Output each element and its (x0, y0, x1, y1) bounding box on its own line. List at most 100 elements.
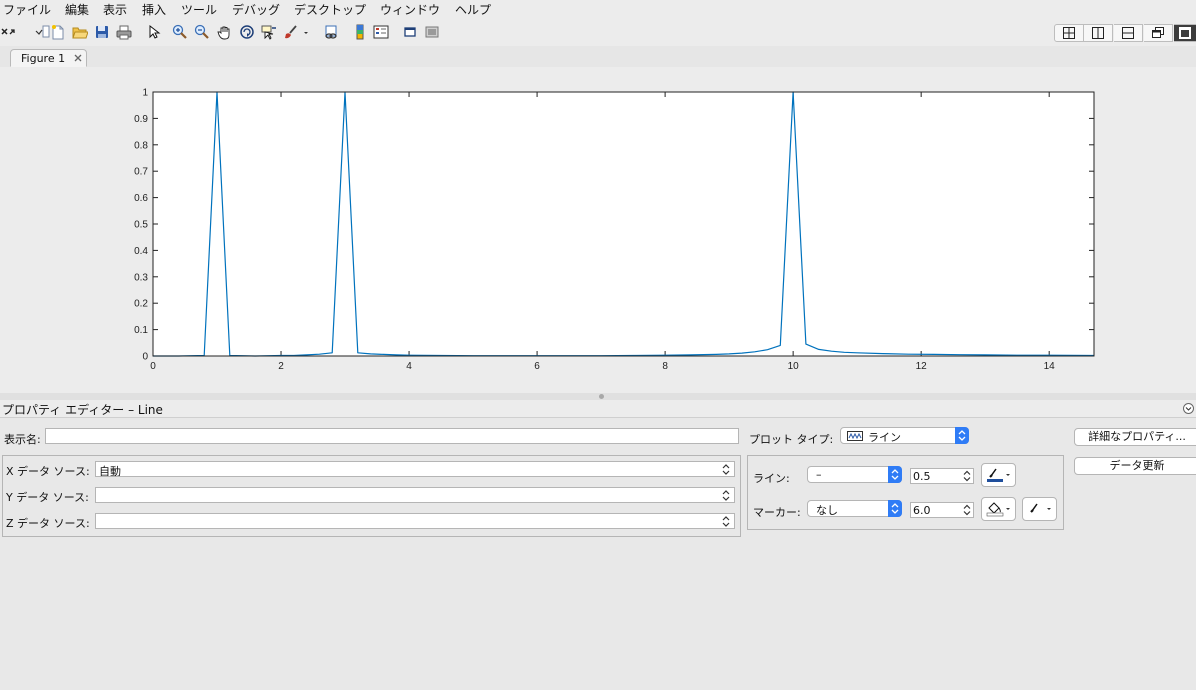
property-editor-title: プロパティ エディター – Line (2, 403, 163, 417)
marker-size-value: 6.0 (913, 504, 931, 517)
menu-debug[interactable]: デバッグ (232, 1, 280, 18)
colorbar-icon[interactable] (352, 24, 368, 40)
line-color-pen-icon (987, 468, 1010, 482)
line-style-select[interactable]: – (807, 466, 902, 483)
marker-fill-color-button[interactable] (981, 497, 1016, 521)
brush-icon[interactable] (283, 24, 299, 40)
x-tick-label: 12 (916, 361, 928, 372)
x-data-source-value: 自動 (99, 465, 121, 477)
updown-chevron-icon[interactable] (722, 516, 730, 527)
z-data-source-field[interactable] (95, 513, 735, 529)
menu-file[interactable]: ファイル (3, 1, 51, 18)
y-tick-label: 0.3 (134, 272, 148, 283)
show-plot-tools-icon[interactable] (424, 24, 440, 40)
menu-window[interactable]: ウィンドウ (380, 1, 440, 18)
plot-type-stepper[interactable] (955, 427, 969, 444)
float-window-button[interactable] (1144, 24, 1173, 42)
y-tick-label: 0 (142, 352, 148, 363)
line-style-value: – (816, 468, 822, 481)
tile-grid-icon (1063, 27, 1075, 39)
select-arrow-icon[interactable] (146, 24, 162, 40)
updown-chevron-icon (891, 503, 899, 514)
display-name-field[interactable] (45, 428, 739, 444)
menu-bar: ファイル 編集 表示 挿入 ツール デバッグ デスクトップ ウィンドウ ヘルプ (0, 0, 1196, 18)
line-plot[interactable]: 00.10.20.30.40.50.60.70.80.910 2 4 6 8 10 12 14 (0, 67, 1196, 393)
y-tick-label: 0.6 (134, 193, 148, 204)
advanced-properties-button[interactable]: 詳細なプロパティ... (1074, 428, 1196, 446)
link-plot-icon[interactable] (323, 24, 339, 40)
display-name-label: 表示名: (4, 433, 41, 446)
y-tick-label: 0.9 (134, 114, 148, 125)
line-width-spinner[interactable]: 0.5 (910, 468, 974, 484)
y-tick-label: 0.4 (134, 246, 148, 257)
marker-edge-color-button[interactable] (1022, 497, 1057, 521)
x-data-source-field[interactable]: 自動 (95, 461, 735, 477)
updown-chevron-icon (891, 469, 899, 480)
tab-figure-1[interactable]: Figure 1 (10, 49, 87, 67)
x-tick-label: 10 (788, 361, 800, 372)
marker-value: なし (816, 504, 838, 517)
close-undock-icon[interactable] (0, 24, 16, 40)
y-tick-label: 0.8 (134, 140, 148, 151)
updown-chevron-icon[interactable] (722, 464, 730, 475)
new-figure-icon[interactable] (34, 24, 50, 40)
updown-chevron-icon[interactable] (963, 470, 971, 482)
updown-chevron-icon (958, 430, 966, 441)
new-file-icon[interactable] (50, 24, 66, 40)
zoom-in-icon[interactable] (172, 24, 188, 40)
updown-chevron-icon[interactable] (963, 504, 971, 516)
menu-view[interactable]: 表示 (103, 1, 127, 18)
line-style-stepper[interactable] (888, 466, 902, 483)
y-data-source-label: Y データ ソース: (6, 491, 89, 504)
menu-tools[interactable]: ツール (181, 1, 217, 18)
property-editor-header: プロパティ エディター – Line (0, 400, 1196, 418)
plot-type-select[interactable]: ライン (840, 427, 969, 444)
marker-stepper[interactable] (888, 500, 902, 517)
x-tick-label: 8 (662, 361, 668, 372)
plot-type-value: ライン (868, 431, 901, 444)
rotate-3d-icon[interactable] (239, 24, 255, 40)
collapse-panel-icon[interactable] (1183, 403, 1194, 414)
y-data-source-field[interactable] (95, 487, 735, 503)
marker-size-spinner[interactable]: 6.0 (910, 502, 974, 518)
menu-desktop[interactable]: デスクトップ (294, 1, 366, 18)
menu-help[interactable]: ヘルプ (455, 1, 491, 18)
x-tick-label: 14 (1044, 361, 1056, 372)
y-tick-label: 0.1 (134, 325, 148, 336)
marker-label: マーカー: (753, 506, 801, 519)
line-label: ライン: (753, 472, 790, 485)
tile-grid-button[interactable] (1054, 24, 1084, 42)
marker-select[interactable]: なし (807, 500, 902, 517)
save-icon[interactable] (94, 24, 110, 40)
line-plot-type-icon (847, 431, 863, 441)
refresh-data-button[interactable]: データ更新 (1074, 457, 1196, 475)
zoom-out-icon[interactable] (194, 24, 210, 40)
print-icon[interactable] (116, 24, 132, 40)
split-horizontal-button[interactable] (1114, 24, 1143, 42)
data-cursor-icon[interactable] (261, 24, 277, 40)
updown-chevron-icon[interactable] (722, 490, 730, 501)
close-tab-icon[interactable] (73, 53, 83, 63)
menu-edit[interactable]: 編集 (65, 1, 89, 18)
plot-area (153, 92, 1094, 356)
brush-dropdown-icon[interactable] (302, 24, 310, 40)
menu-insert[interactable]: 挿入 (142, 1, 166, 18)
splitter-grip-icon[interactable] (599, 394, 604, 399)
x-data-source-label: X データ ソース: (6, 465, 90, 478)
maximize-button[interactable] (1174, 24, 1196, 42)
plot-type-label: プロット タイプ: (749, 433, 834, 446)
x-tick-label: 6 (534, 361, 540, 372)
pan-hand-icon[interactable] (217, 24, 233, 40)
open-file-icon[interactable] (72, 24, 88, 40)
tab-figure-1-label: Figure 1 (21, 52, 66, 65)
panel-splitter[interactable] (0, 393, 1196, 400)
split-vertical-button[interactable] (1084, 24, 1113, 42)
line-color-button[interactable] (981, 463, 1016, 487)
marker-edge-pen-icon (1030, 503, 1051, 513)
x-tick-label: 0 (150, 361, 156, 372)
y-tick-label: 0.5 (134, 220, 148, 231)
hide-plot-tools-icon[interactable] (402, 24, 418, 40)
line-width-value: 0.5 (913, 470, 931, 483)
legend-icon[interactable] (373, 24, 389, 40)
split-vertical-icon (1092, 27, 1104, 39)
